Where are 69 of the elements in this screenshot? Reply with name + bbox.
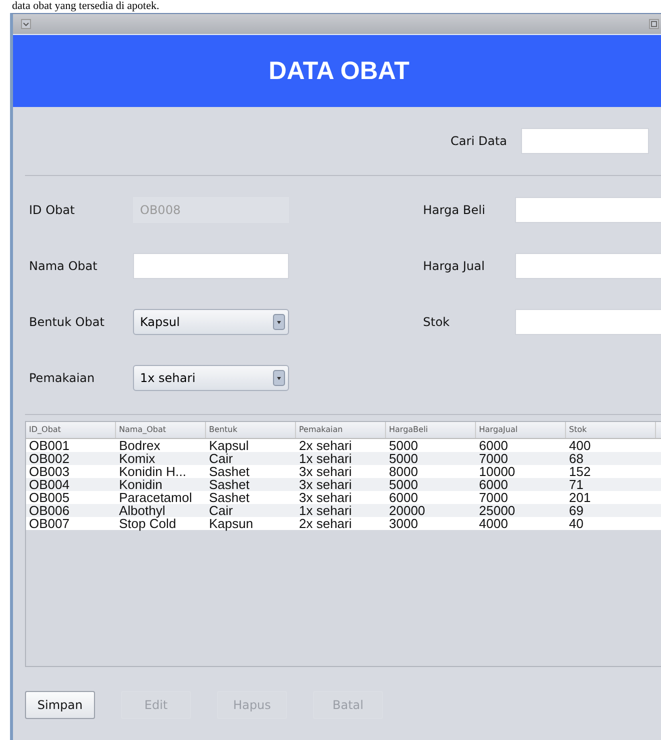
search-label: Cari Data <box>450 134 507 148</box>
field-label: Nama Obat <box>29 259 98 273</box>
table-cell-text: 40 <box>568 517 584 530</box>
table-cell-text: OB006 <box>28 504 70 517</box>
table-cell-text: 3000 <box>388 517 419 530</box>
table-cell-text: 5000 <box>388 452 419 465</box>
field-label: Stok <box>423 315 451 329</box>
table-cell-text: 7000 <box>478 452 509 465</box>
table-cell-text: Cair <box>208 504 234 517</box>
table-cell-text: OB002 <box>28 452 70 465</box>
table-cell-text: 5000 <box>388 478 419 491</box>
table-cell-text: OB003 <box>28 465 70 478</box>
field-label: Bentuk Obat <box>29 315 106 329</box>
table-cell-text: 71 <box>568 478 584 491</box>
table-cell-text: 7000 <box>478 491 509 504</box>
column-header[interactable]: Bentuk <box>206 422 296 438</box>
table-cell-text: 3x sehari <box>298 465 353 478</box>
table-cell-text: 20000 <box>388 504 426 517</box>
table-cell-text: 3x sehari <box>298 491 353 504</box>
table-cell-text: Cair <box>208 452 233 465</box>
field-label: ID Obat <box>29 203 76 217</box>
table-cell-text: 6000 <box>478 478 509 491</box>
dropdown[interactable]: 1x sehari <box>133 365 289 391</box>
caption-text: data obat yang tersedia di apotek. <box>11 0 160 13</box>
column-header[interactable]: Stok <box>566 422 656 438</box>
column-header[interactable]: ID_Obat <box>26 422 116 438</box>
table-cell-text: 10000 <box>478 465 516 478</box>
column-header[interactable]: Nama_Obat <box>116 422 206 438</box>
action-button[interactable]: Simpan <box>25 691 95 719</box>
table-cell-text: 5000 <box>388 439 419 452</box>
table-cell-text: 8000 <box>388 465 419 478</box>
table-cell-text: Bodrex <box>118 439 162 452</box>
table-cell-text: 3x sehari <box>298 478 353 491</box>
table-cell-text: 2x sehari <box>298 439 353 452</box>
table-cell-text: Paracetamol <box>118 491 193 504</box>
table-cell-text: 1x sehari <box>298 452 353 465</box>
table-cell-text: 1x sehari <box>298 504 353 517</box>
table-cell-text: OB005 <box>28 491 70 504</box>
table-cell-text: 25000 <box>478 504 516 517</box>
table-cell-text: 2x sehari <box>298 517 353 530</box>
table-cell-text: Kapsul <box>208 439 250 452</box>
table-cell-text: OB004 <box>28 478 70 491</box>
table-cell-text: Sashet <box>208 465 250 478</box>
table-cell-text: 69 <box>568 504 584 517</box>
field-label: Pemakaian <box>29 371 96 385</box>
table-cell-text: 4000 <box>478 517 509 530</box>
table-cell-text: Stop Cold <box>118 517 178 530</box>
table-cell-text: Komix <box>118 452 156 465</box>
table-cell-text: 400 <box>568 439 592 452</box>
table-cell-text: 6000 <box>478 439 509 452</box>
field-label: Harga Jual <box>423 259 486 273</box>
table-cell-text: 152 <box>568 465 592 478</box>
header-title: DATA OBAT <box>268 56 410 86</box>
table-cell-text: Sashet <box>208 491 250 504</box>
table-cell-text: Sashet <box>208 478 250 491</box>
table-cell-text: 201 <box>568 491 592 504</box>
table-cell-text: Albothyl <box>118 504 166 517</box>
table-cell-text: OB001 <box>28 439 70 452</box>
table-cell-text: OB007 <box>28 517 70 530</box>
table-cell-text: Konidin <box>118 478 164 491</box>
column-header[interactable]: HargaJual <box>476 422 566 438</box>
table-cell-text: Kapsun <box>208 517 254 530</box>
column-header[interactable]: HargaBeli <box>386 422 476 438</box>
table-cell-text: Konidin H... <box>118 465 188 478</box>
field-label: Harga Beli <box>423 203 486 217</box>
table-cell-text: 6000 <box>388 491 419 504</box>
table-cell-text: 68 <box>568 452 584 465</box>
dropdown[interactable]: Kapsul <box>133 309 289 335</box>
column-header[interactable]: Pemakaian <box>296 422 386 438</box>
